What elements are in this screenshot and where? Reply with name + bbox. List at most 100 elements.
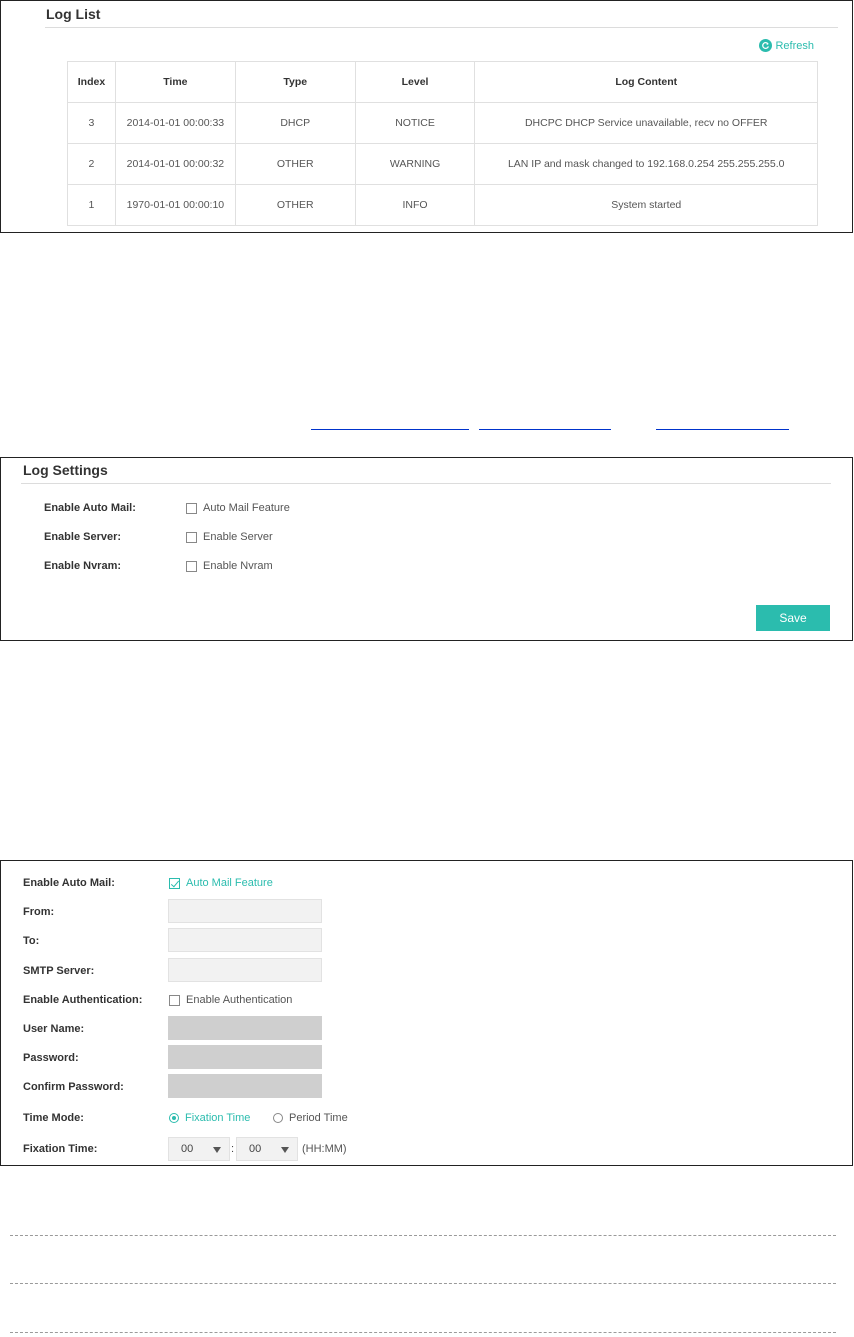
save-button[interactable]: Save xyxy=(756,605,830,631)
auto-mail-label: Enable Auto Mail: xyxy=(23,877,115,889)
log-settings-panel: Log Settings Enable Auto Mail: Auto Mail… xyxy=(0,457,853,641)
log-settings-title: Log Settings xyxy=(23,462,108,478)
password-label: Password: xyxy=(23,1052,79,1064)
time-separator: : xyxy=(231,1143,234,1155)
to-row: To: xyxy=(23,935,39,947)
auto-mail-checkbox[interactable]: Auto Mail Feature xyxy=(186,502,290,514)
title-divider xyxy=(45,27,838,28)
nvram-option: Enable Nvram xyxy=(203,560,273,572)
server-option: Enable Server xyxy=(203,531,273,543)
auto-mail-row: Enable Auto Mail: xyxy=(23,877,115,889)
minute-value: 00 xyxy=(249,1143,262,1155)
refresh-icon xyxy=(759,39,773,52)
cell-level: NOTICE xyxy=(354,102,476,144)
auto-mail-checkbox[interactable]: Auto Mail Feature xyxy=(169,877,273,889)
to-label: To: xyxy=(23,935,40,947)
fixation-time-row: Fixation Time: xyxy=(23,1143,97,1155)
auto-mail-option: Auto Mail Feature xyxy=(186,877,273,889)
confirm-password-input[interactable] xyxy=(168,1074,322,1098)
password-row: Password: xyxy=(23,1052,79,1064)
username-row: User Name: xyxy=(23,1023,84,1035)
column-header-level[interactable]: Level xyxy=(354,61,476,103)
cell-time: 2014-01-01 00:00:32 xyxy=(114,143,236,185)
dashed-divider xyxy=(10,1332,836,1333)
mail-settings-panel: Enable Auto Mail: Auto Mail Feature From… xyxy=(0,860,853,1166)
dashed-divider xyxy=(10,1235,836,1236)
refresh-label: Refresh xyxy=(775,39,814,52)
table-row: 2 2014-01-01 00:00:32 OTHER WARNING LAN … xyxy=(67,143,818,185)
time-mode-label: Time Mode: xyxy=(23,1112,84,1124)
column-header-type[interactable]: Type xyxy=(234,61,356,103)
smtp-label: SMTP Server: xyxy=(23,965,95,977)
confirm-password-label: Confirm Password: xyxy=(23,1081,124,1093)
radio-selected-icon[interactable] xyxy=(169,1113,179,1123)
to-input[interactable] xyxy=(168,928,322,952)
checkbox-icon[interactable] xyxy=(186,560,197,572)
cell-level: INFO xyxy=(354,184,476,226)
username-input[interactable] xyxy=(168,1016,322,1040)
hour-value: 00 xyxy=(181,1143,194,1155)
table-header-row: Index Time Type Level Log Content xyxy=(67,61,818,103)
cell-log-content: LAN IP and mask changed to 192.168.0.254… xyxy=(474,143,818,185)
cell-index: 2 xyxy=(67,143,116,185)
checkbox-icon[interactable] xyxy=(186,531,197,543)
table-row: 1 1970-01-01 00:00:10 OTHER INFO System … xyxy=(67,184,818,226)
cell-level: WARNING xyxy=(354,143,476,185)
cell-time: 1970-01-01 00:00:10 xyxy=(114,184,236,226)
column-header-log-content[interactable]: Log Content xyxy=(474,61,818,103)
chevron-down-icon xyxy=(213,1147,221,1153)
cell-index: 1 xyxy=(67,184,116,226)
server-label: Enable Server: xyxy=(44,531,122,543)
hour-select[interactable]: 00 xyxy=(168,1137,230,1161)
link-underline[interactable] xyxy=(311,429,469,430)
format-hint: (HH:MM) xyxy=(302,1143,347,1155)
from-input[interactable] xyxy=(168,899,322,923)
column-header-time[interactable]: Time xyxy=(114,61,236,103)
server-row: Enable Server: xyxy=(44,531,121,543)
time-mode-row: Time Mode: xyxy=(23,1112,84,1124)
cell-type: OTHER xyxy=(234,143,356,185)
checkbox-icon[interactable] xyxy=(169,994,180,1006)
log-list-panel: Log List Refresh Index Time Type Level L… xyxy=(0,0,853,233)
cell-type: DHCP xyxy=(234,102,356,144)
fixation-time-radio[interactable]: Fixation Time xyxy=(169,1112,250,1124)
link-underline[interactable] xyxy=(479,429,611,430)
password-input[interactable] xyxy=(168,1045,322,1069)
auto-mail-option: Auto Mail Feature xyxy=(203,502,290,514)
time-separator-text: : xyxy=(231,1143,235,1155)
cell-time: 2014-01-01 00:00:33 xyxy=(114,102,236,144)
column-header-index[interactable]: Index xyxy=(67,61,116,103)
nvram-label: Enable Nvram: xyxy=(44,560,122,572)
refresh-button[interactable]: Refresh xyxy=(759,39,814,52)
cell-log-content: DHCPC DHCP Service unavailable, recv no … xyxy=(474,102,818,144)
link-underline[interactable] xyxy=(656,429,789,430)
log-table: Index Time Type Level Log Content 3 2014… xyxy=(67,61,818,226)
auth-option: Enable Authentication xyxy=(186,994,293,1006)
smtp-row: SMTP Server: xyxy=(23,965,94,977)
log-list-title: Log List xyxy=(46,6,101,22)
cell-index: 3 xyxy=(67,102,116,144)
nvram-row: Enable Nvram: xyxy=(44,560,121,572)
username-label: User Name: xyxy=(23,1023,85,1035)
checkbox-checked-icon[interactable] xyxy=(169,877,180,889)
from-row: From: xyxy=(23,906,54,918)
radio-icon[interactable] xyxy=(273,1113,283,1123)
server-checkbox[interactable]: Enable Server xyxy=(186,531,273,543)
auth-label: Enable Authentication: xyxy=(23,994,143,1006)
auth-checkbox[interactable]: Enable Authentication xyxy=(169,994,292,1006)
nvram-checkbox[interactable]: Enable Nvram xyxy=(186,560,273,572)
cell-type: OTHER xyxy=(234,184,356,226)
chevron-down-icon xyxy=(281,1147,289,1153)
format-hint-text: (HH:MM) xyxy=(302,1143,347,1155)
auto-mail-label: Enable Auto Mail: xyxy=(44,502,136,514)
smtp-server-input[interactable] xyxy=(168,958,322,982)
table-row: 3 2014-01-01 00:00:33 DHCP NOTICE DHCPC … xyxy=(67,102,818,144)
from-label: From: xyxy=(23,906,55,918)
auth-row: Enable Authentication: xyxy=(23,994,142,1006)
minute-select[interactable]: 00 xyxy=(236,1137,298,1161)
auto-mail-row: Enable Auto Mail: xyxy=(44,502,136,514)
checkbox-icon[interactable] xyxy=(186,502,197,514)
period-time-option: Period Time xyxy=(289,1112,348,1124)
period-time-radio[interactable]: Period Time xyxy=(273,1112,348,1124)
dashed-divider xyxy=(10,1283,836,1284)
